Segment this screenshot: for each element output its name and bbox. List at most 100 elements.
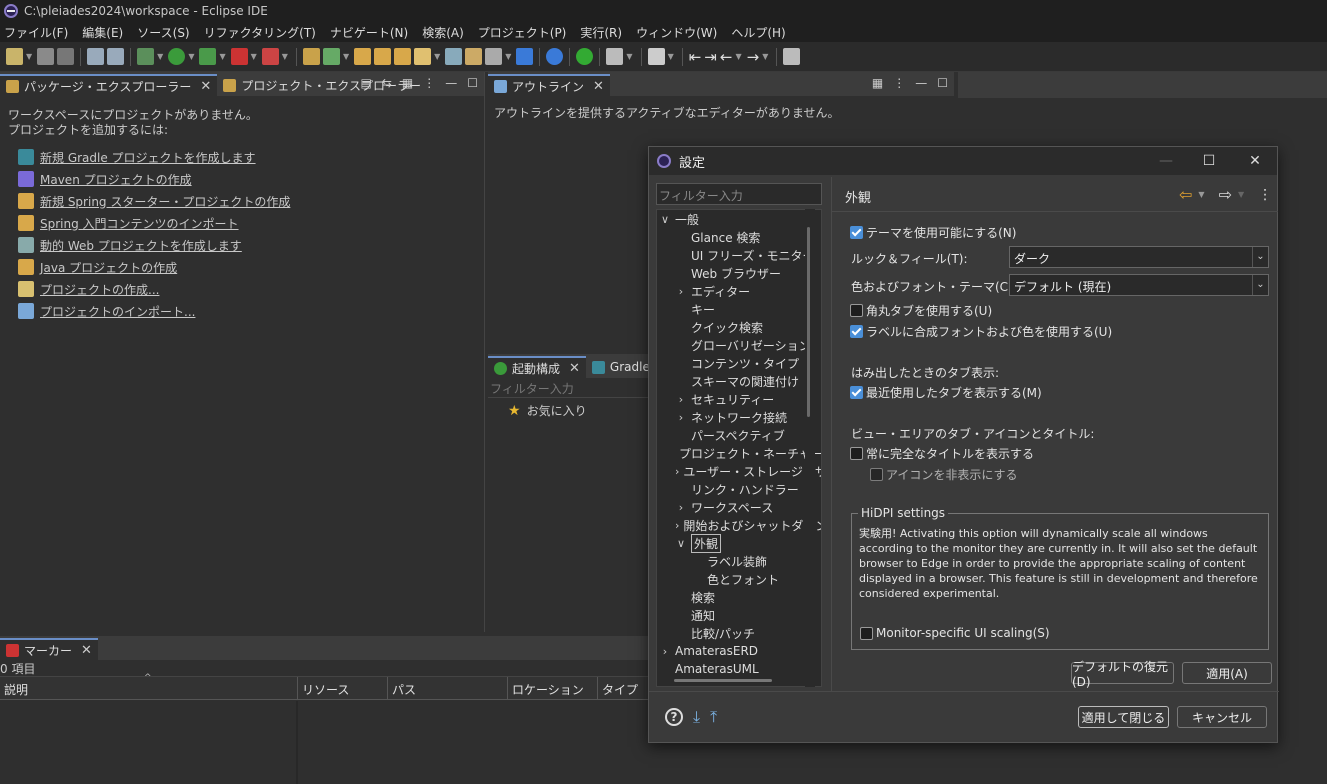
- run-icon[interactable]: [168, 48, 186, 65]
- menu-source[interactable]: ソース(S): [137, 24, 189, 41]
- column-resource[interactable]: リソース: [298, 677, 388, 699]
- forward-arrow-icon[interactable]: ⇨: [1219, 185, 1232, 204]
- tree-node[interactable]: 検索: [657, 588, 821, 606]
- save-icon[interactable]: [37, 48, 55, 65]
- chevron-right-icon[interactable]: ›: [675, 411, 687, 424]
- round-tabs-checkbox[interactable]: [850, 304, 863, 317]
- server-start-icon[interactable]: [576, 48, 594, 65]
- dropdown-arrow-icon[interactable]: ▼: [1238, 190, 1244, 199]
- menu-window[interactable]: ウィンドウ(W): [636, 24, 717, 41]
- tree-node[interactable]: AmaterasUML: [657, 660, 821, 678]
- tree-node[interactable]: ラベル装飾: [657, 552, 821, 570]
- menu-edit[interactable]: 編集(E): [82, 24, 123, 41]
- apply-button[interactable]: 適用(A): [1182, 662, 1272, 684]
- link-new-java[interactable]: Java プロジェクトの作成: [40, 259, 177, 276]
- view-menu-icon[interactable]: ⋮: [893, 76, 905, 90]
- chevron-down-icon[interactable]: ∨: [659, 213, 671, 226]
- chevron-right-icon[interactable]: ›: [675, 393, 687, 406]
- close-icon[interactable]: ✕: [81, 643, 92, 658]
- help-icon[interactable]: ?: [665, 708, 683, 726]
- forward-edit-icon[interactable]: ⇥: [704, 48, 717, 66]
- chevron-right-icon[interactable]: ›: [675, 465, 679, 478]
- dropdown-arrow-icon[interactable]: ▼: [505, 52, 511, 61]
- full-title-checkbox[interactable]: [850, 447, 863, 460]
- pin-editor-icon[interactable]: [783, 48, 801, 65]
- dropdown-arrow-icon[interactable]: ▼: [1198, 190, 1204, 199]
- menu-project[interactable]: プロジェクト(P): [478, 24, 567, 41]
- redo-icon[interactable]: [107, 48, 125, 65]
- import-preferences-icon[interactable]: ⤓: [693, 707, 700, 727]
- tab-outline[interactable]: アウトライン ✕: [488, 74, 610, 96]
- link-import-project[interactable]: プロジェクトのインポート...: [40, 303, 195, 320]
- dropdown-arrow-icon[interactable]: ▼: [434, 52, 440, 61]
- cancel-button[interactable]: キャンセル: [1177, 706, 1267, 728]
- dropdown-arrow-icon[interactable]: ▼: [626, 52, 632, 61]
- menu-refactor[interactable]: リファクタリング(T): [204, 24, 316, 41]
- column-path[interactable]: パス: [388, 677, 508, 699]
- link-new-project[interactable]: プロジェクトの作成...: [40, 281, 159, 298]
- tree-node[interactable]: リンク・ハンドラー: [657, 480, 821, 498]
- tree-node[interactable]: › 開始およびシャットダウン: [657, 516, 821, 534]
- tree-node[interactable]: プロジェクト・ネーチャー: [657, 444, 821, 462]
- open-project-icon[interactable]: [394, 48, 412, 65]
- tree-node[interactable]: クイック検索: [657, 318, 821, 336]
- terminal-icon[interactable]: [516, 48, 534, 65]
- tab-gradle[interactable]: Gradle: [586, 356, 656, 378]
- dropdown-arrow-icon[interactable]: ▼: [282, 52, 288, 61]
- next-annotation-icon[interactable]: [647, 48, 665, 65]
- tree-node[interactable]: キー: [657, 300, 821, 318]
- link-editor-icon[interactable]: ⇆: [382, 76, 392, 90]
- tree-node[interactable]: › ワークスペース: [657, 498, 821, 516]
- look-feel-select[interactable]: ダーク ⌄: [1009, 246, 1269, 268]
- dropdown-arrow-icon[interactable]: ▼: [219, 52, 225, 61]
- dropdown-arrow-icon[interactable]: ▼: [762, 52, 768, 61]
- tree-node[interactable]: Glance 検索: [657, 228, 821, 246]
- chevron-down-icon[interactable]: ∨: [675, 537, 687, 550]
- column-description[interactable]: 説明 ^: [0, 673, 298, 699]
- dropdown-arrow-icon[interactable]: ▼: [343, 52, 349, 61]
- tree-node[interactable]: › エディター: [657, 282, 821, 300]
- dropdown-arrow-icon[interactable]: ▼: [26, 52, 32, 61]
- back-edit-icon[interactable]: ⇤: [689, 48, 702, 66]
- refresh-icon[interactable]: [485, 48, 503, 65]
- show-recent-checkbox[interactable]: [850, 386, 863, 399]
- maximize-icon[interactable]: ☐: [937, 76, 948, 90]
- spring-icon[interactable]: [445, 48, 463, 65]
- new-package-icon[interactable]: [302, 48, 320, 65]
- maximize-icon[interactable]: ☐: [467, 76, 478, 90]
- launch-filter-input[interactable]: フィルター入力: [488, 378, 658, 398]
- minimize-icon[interactable]: —: [445, 76, 457, 90]
- filter-icon[interactable]: ▦: [872, 76, 883, 90]
- menu-file[interactable]: ファイル(F): [4, 24, 68, 41]
- filter-icon[interactable]: ▦: [402, 76, 413, 90]
- forward-arrow-icon[interactable]: →: [747, 48, 760, 66]
- tree-node[interactable]: › ネットワーク接続: [657, 408, 821, 426]
- mixed-fonts-checkbox[interactable]: [850, 325, 863, 338]
- menu-search[interactable]: 検索(A): [422, 24, 464, 41]
- tree-node[interactable]: 通知: [657, 606, 821, 624]
- tree-node[interactable]: › ユーザー・ストレージ・サー: [657, 462, 821, 480]
- tree-node[interactable]: 比較/パッチ: [657, 624, 821, 642]
- dropdown-arrow-icon[interactable]: ▼: [251, 52, 257, 61]
- back-arrow-icon[interactable]: ←: [720, 48, 733, 66]
- preferences-filter-input[interactable]: フィルター入力: [656, 183, 822, 205]
- dropdown-arrow-icon[interactable]: ▼: [157, 52, 163, 61]
- column-type[interactable]: タイプ: [598, 677, 648, 699]
- new-icon[interactable]: [6, 48, 23, 65]
- brush-icon[interactable]: [414, 48, 432, 65]
- chevron-right-icon[interactable]: ›: [675, 519, 679, 532]
- menu-help[interactable]: ヘルプ(H): [731, 24, 785, 41]
- tree-node[interactable]: グローバリゼーション: [657, 336, 821, 354]
- link-spring-import[interactable]: Spring 入門コンテンツのインポート: [40, 215, 239, 232]
- annotation-icon[interactable]: [606, 48, 624, 65]
- build-icon[interactable]: [465, 48, 483, 65]
- open-type-icon[interactable]: [354, 48, 372, 65]
- stop-icon[interactable]: [230, 48, 248, 65]
- restore-defaults-button[interactable]: デフォルトの復元(D): [1071, 660, 1174, 689]
- tree-horizontal-scrollbar[interactable]: [674, 679, 772, 682]
- menu-run[interactable]: 実行(R): [580, 24, 622, 41]
- tree-node[interactable]: スキーマの関連付け: [657, 372, 821, 390]
- chevron-right-icon[interactable]: ›: [659, 645, 671, 658]
- tree-node[interactable]: › AmaterasERD: [657, 642, 821, 660]
- tree-node[interactable]: 色とフォント: [657, 570, 821, 588]
